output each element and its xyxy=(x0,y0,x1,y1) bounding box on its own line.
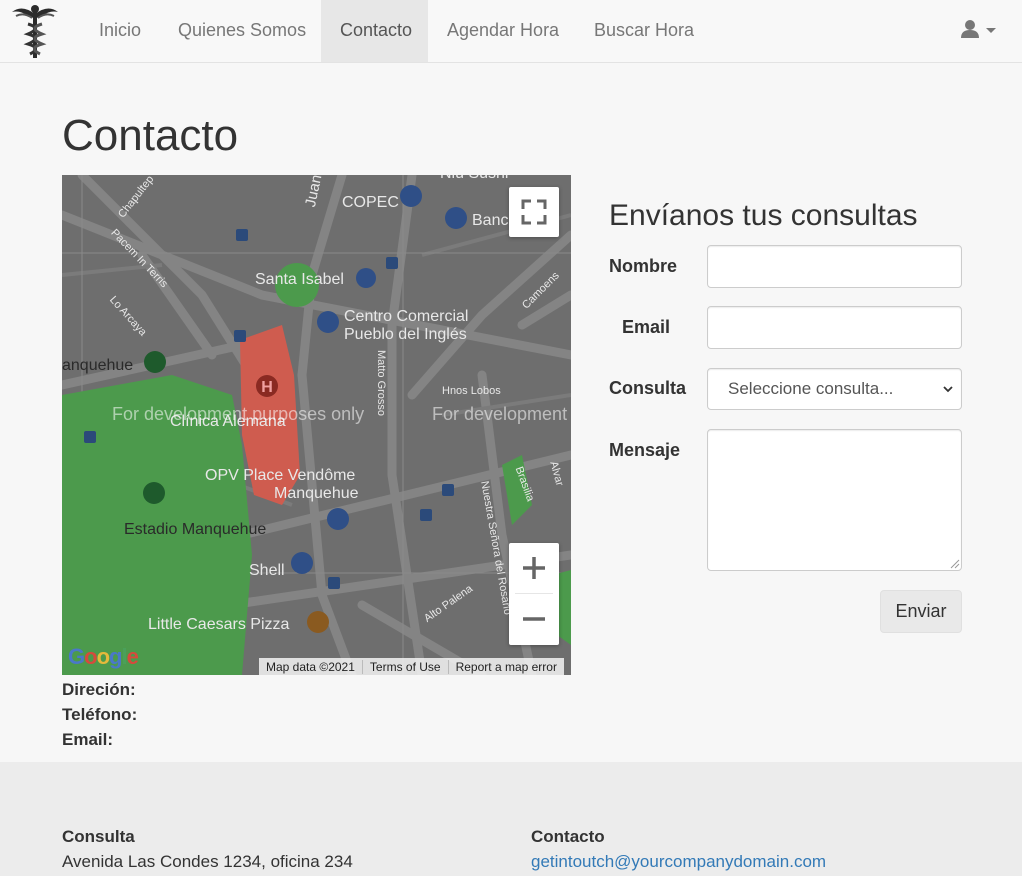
navbar: Inicio Quienes Somos Contacto Agendar Ho… xyxy=(0,0,1022,63)
footer-heading: Consulta xyxy=(62,827,135,846)
map-watermark: For development purposes only xyxy=(112,404,365,424)
nav-item-inicio[interactable]: Inicio xyxy=(80,0,160,62)
map-label: Hnos Lobos xyxy=(442,385,501,397)
footer: Consulta Avenida Las Condes 1234, oficin… xyxy=(0,762,1022,876)
map-label: Little Caesars Pizza xyxy=(148,616,290,633)
form-heading: Envíanos tus consultas xyxy=(609,199,918,232)
map-watermark: For development xyxy=(432,404,568,424)
map-data-credit: Map data ©2021 xyxy=(259,659,363,674)
query-label: Consulta xyxy=(609,378,687,398)
caret-down-icon xyxy=(986,28,996,33)
fullscreen-button[interactable] xyxy=(509,187,559,237)
message-label: Mensaje xyxy=(609,440,681,460)
nav-item-contacto[interactable]: Contacto xyxy=(321,0,428,62)
google-logo[interactable]: Google xyxy=(68,644,139,670)
zoom-in-button[interactable] xyxy=(509,543,559,593)
name-label: Nombre xyxy=(609,256,678,276)
map-label: Manquehue xyxy=(274,485,359,502)
footer-heading: Contacto xyxy=(531,827,605,846)
user-icon xyxy=(961,20,996,38)
nav-item-quienes-somos[interactable]: Quienes Somos xyxy=(159,0,325,62)
report-map-error-link[interactable]: Report a map error xyxy=(449,660,564,674)
map-label: Pueblo del Inglés xyxy=(344,326,467,343)
zoom-out-icon xyxy=(523,617,545,621)
zoom-out-button[interactable] xyxy=(509,595,559,645)
footer-address: Avenida Las Condes 1234, oficina 234 xyxy=(62,852,353,871)
submit-button[interactable]: Enviar xyxy=(880,590,962,633)
svg-text:H: H xyxy=(261,379,273,396)
footer-column-consulta: Consulta Avenida Las Condes 1234, oficin… xyxy=(62,824,353,874)
resize-grip-icon[interactable] xyxy=(948,557,960,569)
name-input[interactable] xyxy=(707,245,962,288)
map-label: Matto Grosso xyxy=(375,350,387,417)
email-input[interactable] xyxy=(707,306,962,349)
map-attribution: Map data ©2021 Terms of Use Report a map… xyxy=(259,658,564,675)
map-label: Niu Sushi xyxy=(440,175,508,183)
chevron-down-icon xyxy=(943,386,953,393)
map-label: Centro Comercial xyxy=(344,308,469,325)
map-label: Santa Isabel xyxy=(255,271,344,288)
address-label: Direción: xyxy=(62,680,136,699)
email-label-form: Email xyxy=(622,317,671,337)
phone-label: Teléfono: xyxy=(62,705,138,724)
map-label: anquehue xyxy=(62,357,134,374)
query-select[interactable]: Seleccione consulta... xyxy=(707,368,962,410)
map[interactable]: H Niu Sushi COPEC Banc Juan XXIII Chapul… xyxy=(62,175,571,675)
map-label: Estadio Manquehue xyxy=(124,521,267,538)
zoom-control xyxy=(509,543,559,645)
query-select-value: Seleccione consulta... xyxy=(728,379,894,398)
contact-info: Direción: Teléfono: Email: xyxy=(62,677,137,752)
footer-column-contacto: Contacto getintoutch@yourcompanydomain.c… xyxy=(531,824,826,874)
map-label: Shell xyxy=(249,562,285,579)
fullscreen-icon xyxy=(521,199,547,225)
terms-of-use-link[interactable]: Terms of Use xyxy=(363,659,449,674)
zoom-in-icon xyxy=(523,557,545,579)
map-label: Banc xyxy=(472,212,509,229)
user-menu-toggle[interactable] xyxy=(960,18,1000,44)
zoom-divider xyxy=(515,593,553,594)
map-label: OPV Place Vendôme xyxy=(205,467,356,484)
message-textarea[interactable] xyxy=(707,429,962,571)
page-title: Contacto xyxy=(62,111,239,160)
caduceus-icon[interactable] xyxy=(8,2,62,60)
nav-item-buscar-hora[interactable]: Buscar Hora xyxy=(575,0,713,62)
footer-email-link[interactable]: getintoutch@yourcompanydomain.com xyxy=(531,852,826,871)
map-label: COPEC xyxy=(342,194,399,211)
email-label: Email: xyxy=(62,730,114,749)
nav-item-agendar-hora[interactable]: Agendar Hora xyxy=(428,0,578,62)
